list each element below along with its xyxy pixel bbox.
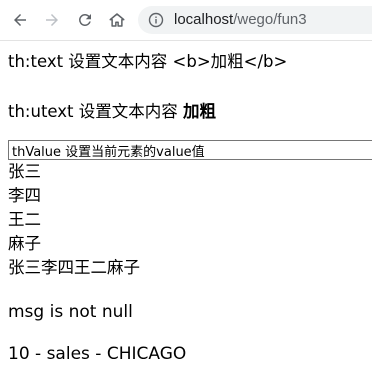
info-icon[interactable] bbox=[148, 12, 164, 28]
reload-button[interactable] bbox=[73, 8, 97, 32]
utext-bold: 加粗 bbox=[183, 102, 216, 121]
back-button[interactable] bbox=[8, 8, 32, 32]
list-item: 李四 bbox=[8, 186, 41, 205]
joined-names: 张三李四王二麻子 bbox=[8, 258, 140, 277]
url-path: /wego/fun3 bbox=[233, 11, 307, 28]
forward-arrow-icon bbox=[46, 14, 58, 26]
address-bar[interactable]: localhost/wego/fun3 bbox=[138, 6, 372, 34]
reload-icon bbox=[79, 14, 91, 26]
back-arrow-icon bbox=[14, 14, 26, 26]
url-text: localhost/wego/fun3 bbox=[174, 11, 307, 29]
home-button[interactable] bbox=[105, 8, 129, 32]
utext-prefix: th:utext 设置文本内容 bbox=[8, 102, 183, 121]
forward-button[interactable] bbox=[40, 8, 64, 32]
msg-text: msg is not null bbox=[8, 302, 133, 322]
text-demo-line: th:text 设置文本内容 <b>加粗</b> bbox=[8, 52, 288, 71]
dept-text: 10 - sales - CHICAGO bbox=[8, 344, 187, 364]
list-item: 王二 bbox=[8, 210, 41, 229]
page-content: th:text 设置文本内容 <b>加粗</b> th:utext 设置文本内容… bbox=[8, 40, 372, 364]
name-list: 张三 李四 王二 麻子 张三李四王二麻子 bbox=[8, 160, 372, 280]
home-icon bbox=[109, 13, 125, 27]
utext-demo-line: th:utext 设置文本内容 加粗 bbox=[8, 102, 372, 122]
value-input[interactable] bbox=[8, 140, 372, 160]
url-host: localhost bbox=[174, 11, 234, 28]
browser-toolbar: localhost/wego/fun3 bbox=[0, 0, 372, 41]
list-item: 张三 bbox=[8, 162, 41, 181]
list-item: 麻子 bbox=[8, 234, 41, 253]
